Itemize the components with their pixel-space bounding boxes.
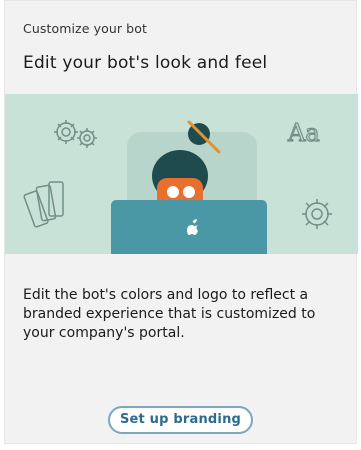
illustration-svg: Aa <box>23 118 332 254</box>
font-aa-icon: Aa <box>287 119 320 147</box>
card-header: Customize your bot Edit your bot's look … <box>5 1 356 94</box>
cta-wrapper: Set up branding <box>5 406 356 434</box>
card-title: Edit your bot's look and feel <box>23 53 268 73</box>
gear-icon <box>77 128 97 148</box>
gear-icon <box>302 199 332 229</box>
card-eyebrow: Customize your bot <box>23 21 147 36</box>
card-description: Edit the bot's colors and logo to reflec… <box>23 287 316 341</box>
swatch-cards-icon <box>23 181 64 228</box>
branding-illustration: Aa <box>5 94 358 254</box>
set-up-branding-button[interactable]: Set up branding <box>107 406 254 434</box>
branding-card: Customize your bot Edit your bot's look … <box>4 0 358 444</box>
gear-icon <box>54 120 78 144</box>
